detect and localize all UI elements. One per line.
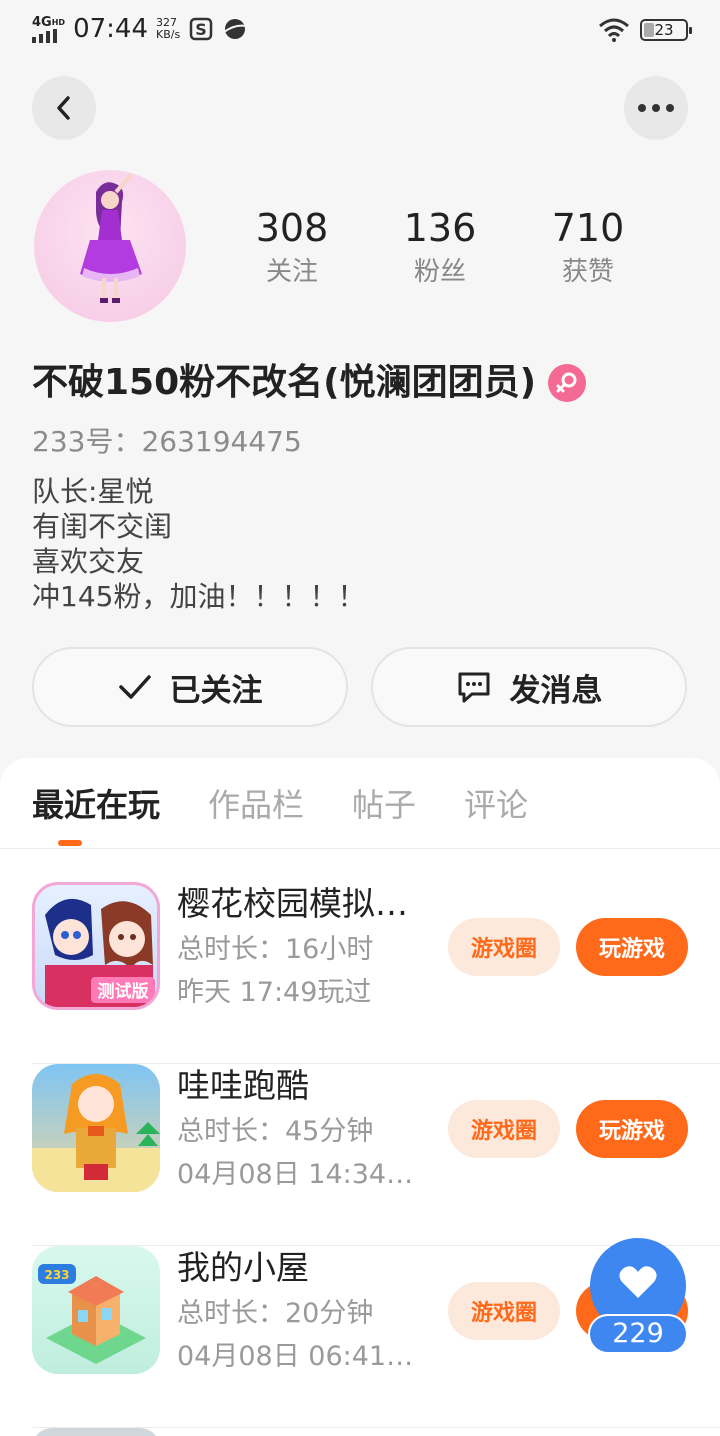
svg-text:测试版: 测试版	[98, 981, 149, 1002]
game-title: 樱花校园模拟…	[177, 884, 408, 923]
heart-icon	[619, 1266, 657, 1298]
play-game-button[interactable]: 玩游戏	[576, 1100, 688, 1158]
play-game-button[interactable]: 玩游戏	[576, 918, 688, 976]
game-duration: 总时长：20分钟	[177, 1298, 374, 1329]
active-tab-indicator	[58, 840, 82, 846]
bio-line: 队长:星悦	[32, 475, 154, 508]
game-last-played: 04月08日 14:34…	[177, 1159, 414, 1190]
battery-icon: 23	[640, 19, 692, 41]
game-icon-sakura-school[interactable]: 测试版	[32, 882, 160, 1010]
game-last-played: 昨天 17:49玩过	[177, 977, 372, 1008]
stat-fans[interactable]: 136 粉丝	[380, 204, 500, 292]
tab-works[interactable]: 作品栏	[208, 780, 304, 830]
clock: 07:44	[73, 14, 148, 44]
stat-following-label: 关注	[265, 257, 318, 287]
avatar-character-image	[80, 172, 142, 303]
female-gender-icon	[548, 364, 587, 402]
followed-button[interactable]: 已关注	[32, 647, 348, 727]
game-last-played: 04月08日 06:41…	[177, 1341, 414, 1372]
game-title: 哇哇跑酷	[177, 1066, 309, 1105]
hd-label: HD	[51, 17, 66, 27]
chevron-left-icon	[57, 96, 70, 120]
stat-likes-value: 710	[551, 206, 625, 250]
game-circle-button[interactable]: 游戏圈	[448, 1100, 560, 1158]
game-duration: 总时长：16小时	[177, 934, 374, 965]
bio: 队长:星悦 有闺不交闺 喜欢交友 冲145粉，加油！！！！！	[32, 474, 365, 614]
stat-following[interactable]: 308 关注	[232, 204, 352, 292]
stat-following-value: 308	[255, 206, 329, 250]
list-item-partial	[32, 1428, 160, 1436]
followed-label: 已关注	[169, 672, 263, 709]
game-title: 我的小屋	[177, 1248, 309, 1287]
battery-level: 23	[654, 21, 674, 39]
tab-divider	[0, 848, 720, 849]
more-dots-icon	[638, 104, 674, 112]
username: 不破150粉不改名(悦澜团团员)	[32, 362, 537, 403]
list-item[interactable]: 测试版 樱花校园模拟… 总时长：16小时 昨天 17:49玩过 游戏圈 玩游戏	[32, 882, 720, 1064]
svg-text:233: 233	[44, 1268, 69, 1282]
chat-bubble-icon	[458, 672, 489, 703]
bio-line: 有闺不交闺	[32, 510, 173, 543]
list-item[interactable]: 哇哇跑酷 总时长：45分钟 04月08日 14:34… 游戏圈 玩游戏	[32, 1064, 720, 1246]
tab-comments[interactable]: 评论	[464, 780, 528, 830]
tab-recently-played[interactable]: 最近在玩	[32, 780, 160, 830]
network-speed: 327 KB/s	[156, 17, 180, 41]
send-message-button[interactable]: 发消息	[371, 647, 687, 727]
stat-fans-label: 粉丝	[413, 257, 466, 287]
back-button[interactable]	[32, 76, 96, 140]
game-icon-wawa-parkour[interactable]	[32, 1064, 160, 1192]
game-circle-button[interactable]: 游戏圈	[448, 918, 560, 976]
planet-icon	[223, 19, 247, 39]
user-id: 233号：263194475	[32, 425, 302, 458]
svg-text:S: S	[195, 20, 207, 39]
bio-line: 冲145粉，加油！！！！！	[32, 580, 366, 613]
speed-unit: KB/s	[156, 28, 181, 41]
game-circle-button[interactable]: 游戏圈	[448, 1282, 560, 1340]
wifi-icon	[599, 18, 629, 42]
status-bar: 4GHD 07:44 327 KB/s S 23	[0, 0, 720, 66]
stat-likes[interactable]: 710 获赞	[528, 204, 648, 292]
game-icon-my-little-house[interactable]: 233	[32, 1246, 160, 1374]
stat-fans-value: 136	[403, 206, 477, 250]
username-row: 不破150粉不改名(悦澜团团员)	[32, 358, 587, 408]
avatar[interactable]	[34, 170, 186, 322]
bio-line: 喜欢交友	[32, 545, 145, 578]
notification-s-icon: S	[189, 17, 213, 41]
checkmark-icon	[118, 675, 151, 699]
tab-bar: 最近在玩 作品栏 帖子 评论	[32, 780, 528, 830]
signal-icon: 4GHD	[32, 16, 65, 43]
stat-likes-label: 获赞	[561, 257, 614, 287]
network-type: 4G	[32, 14, 52, 30]
game-duration: 总时长：45分钟	[177, 1116, 374, 1147]
more-options-button[interactable]	[624, 76, 688, 140]
tab-posts[interactable]: 帖子	[352, 780, 416, 830]
like-count: 229	[588, 1314, 688, 1354]
send-message-label: 发消息	[509, 672, 603, 709]
